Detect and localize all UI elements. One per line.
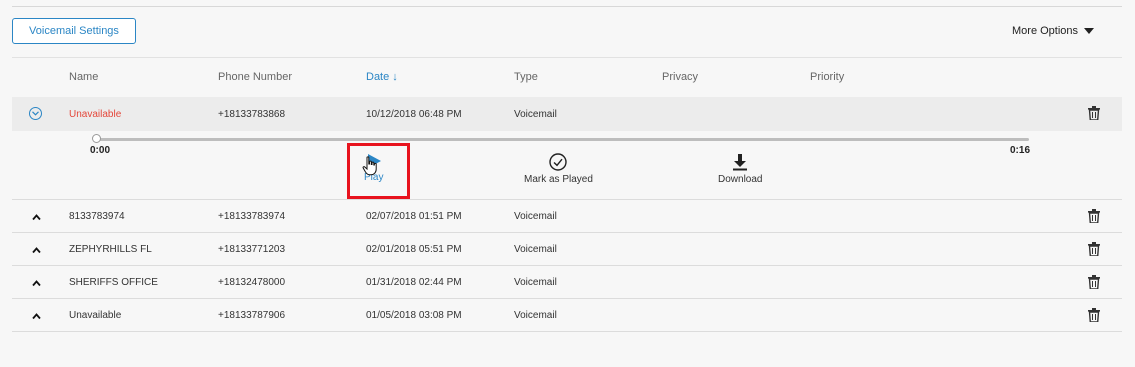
row-date: 10/12/2018 06:48 PM bbox=[366, 108, 462, 120]
caret-down-icon bbox=[1084, 28, 1095, 34]
more-options-label: More Options bbox=[1012, 25, 1079, 37]
row-name: Unavailable bbox=[69, 309, 122, 321]
column-header-privacy[interactable]: Privacy bbox=[662, 71, 698, 83]
column-header-priority[interactable]: Priority bbox=[810, 71, 844, 83]
column-header-date[interactable]: Date ↓ bbox=[366, 71, 398, 83]
trash-icon[interactable] bbox=[1088, 242, 1100, 256]
row-name: Unavailable bbox=[69, 108, 122, 120]
chevron-up-icon[interactable] bbox=[32, 279, 41, 288]
row-name: 8133783974 bbox=[69, 210, 125, 222]
annotation-highlight-box bbox=[347, 143, 410, 199]
voicemail-player: 0:00 0:16 Play Mark as Played Download bbox=[12, 131, 1122, 200]
progress-handle[interactable] bbox=[92, 134, 101, 143]
table-row[interactable]: SHERIFFS OFFICE +18132478000 01/31/2018 … bbox=[12, 266, 1122, 299]
mark-as-played-label: Mark as Played bbox=[524, 174, 593, 185]
row-date: 01/05/2018 03:08 PM bbox=[366, 309, 462, 321]
header-divider bbox=[12, 57, 1122, 58]
row-phone: +18133771203 bbox=[218, 243, 286, 255]
chevron-up-icon[interactable] bbox=[32, 312, 41, 321]
table-row[interactable]: ZEPHYRHILLS FL +18133771203 02/01/2018 0… bbox=[12, 233, 1122, 266]
progress-track[interactable] bbox=[98, 138, 1029, 141]
row-type: Voicemail bbox=[514, 309, 557, 321]
table-row[interactable]: Unavailable +18133787906 01/05/2018 03:0… bbox=[12, 299, 1122, 332]
table-row[interactable]: 8133783974 +18133783974 02/07/2018 01:51… bbox=[12, 200, 1122, 233]
row-phone: +18133787906 bbox=[218, 309, 286, 321]
trash-icon[interactable] bbox=[1088, 106, 1100, 120]
current-time: 0:00 bbox=[90, 145, 111, 156]
trash-icon[interactable] bbox=[1088, 275, 1100, 289]
row-type: Voicemail bbox=[514, 210, 557, 222]
download-button[interactable]: Download bbox=[718, 153, 762, 185]
mark-as-played-button[interactable]: Mark as Played bbox=[524, 153, 593, 185]
column-header-type[interactable]: Type bbox=[514, 71, 538, 83]
table-row-selected[interactable]: Unavailable +18133783868 10/12/2018 06:4… bbox=[12, 97, 1122, 131]
row-type: Voicemail bbox=[514, 243, 557, 255]
row-name: ZEPHYRHILLS FL bbox=[69, 243, 152, 255]
row-type: Voicemail bbox=[514, 276, 557, 288]
download-label: Download bbox=[718, 174, 763, 185]
row-type: Voicemail bbox=[514, 108, 557, 120]
column-header-name[interactable]: Name bbox=[69, 71, 98, 83]
duration: 0:16 bbox=[1010, 145, 1031, 156]
download-icon bbox=[733, 154, 748, 171]
top-divider bbox=[12, 6, 1122, 7]
hand-cursor-icon bbox=[362, 156, 377, 176]
trash-icon[interactable] bbox=[1088, 308, 1100, 322]
voicemail-settings-button[interactable]: Voicemail Settings bbox=[12, 18, 136, 44]
row-date: 02/01/2018 05:51 PM bbox=[366, 243, 462, 255]
row-date: 02/07/2018 01:51 PM bbox=[366, 210, 462, 222]
check-circle-icon bbox=[549, 153, 568, 171]
row-phone: +18132478000 bbox=[218, 276, 286, 288]
chevron-up-icon[interactable] bbox=[32, 246, 41, 255]
row-phone: +18133783974 bbox=[218, 210, 286, 222]
chevron-up-icon[interactable] bbox=[32, 213, 41, 222]
row-date: 01/31/2018 02:44 PM bbox=[366, 276, 462, 288]
column-header-phone[interactable]: Phone Number bbox=[218, 71, 292, 83]
trash-icon[interactable] bbox=[1088, 209, 1100, 223]
row-phone: +18133783868 bbox=[218, 108, 286, 120]
chevron-down-circle-icon[interactable] bbox=[29, 107, 42, 120]
more-options-menu[interactable]: More Options bbox=[1012, 25, 1095, 37]
row-name: SHERIFFS OFFICE bbox=[69, 276, 158, 288]
